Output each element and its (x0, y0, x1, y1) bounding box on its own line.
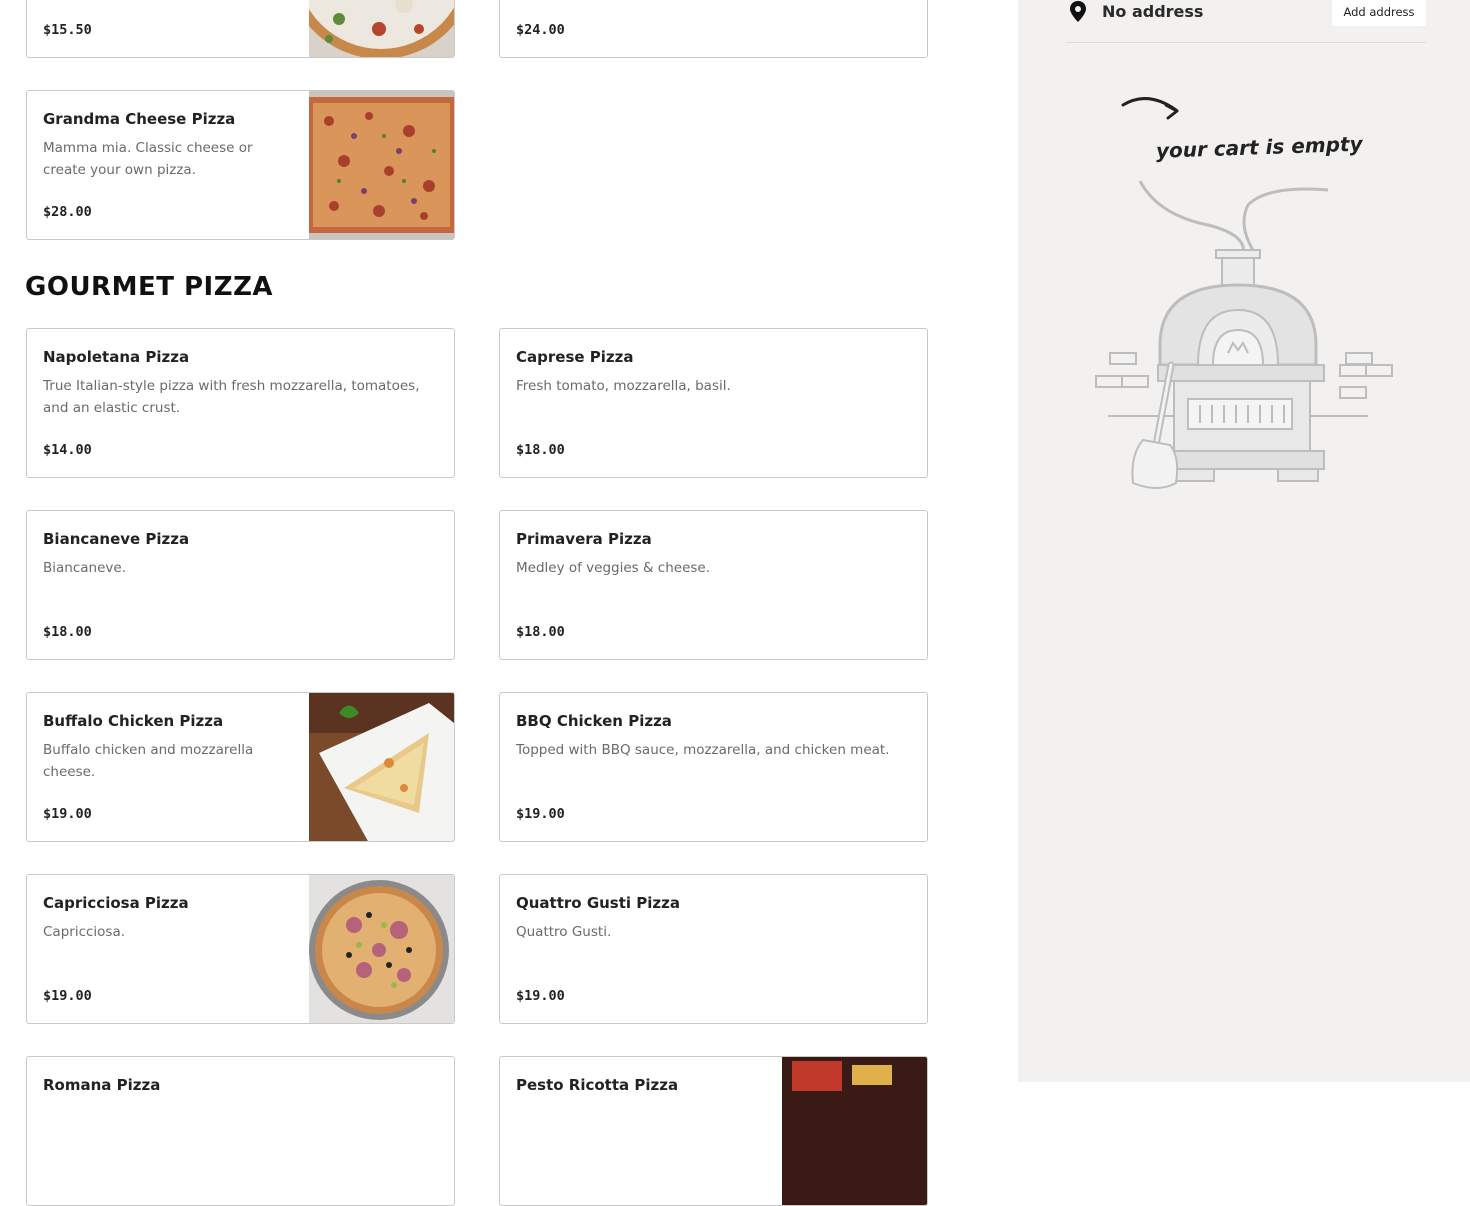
menu-item-card-pesto-ricotta[interactable]: Pesto Ricotta Pizza (499, 1056, 928, 1206)
item-price: $19.00 (516, 806, 565, 822)
empty-cart-message: your cart is empty (1156, 132, 1364, 163)
item-name: Primavera Pizza (516, 530, 652, 548)
cart-sidebar: No address Add address your cart is empt… (1018, 0, 1470, 1082)
item-name: BBQ Chicken Pizza (516, 712, 672, 730)
item-description: Medley of veggies & cheese. (516, 560, 711, 576)
menu-item-card[interactable]: $15.50 (26, 0, 455, 58)
empty-cart-illustration: your cart is empty (1095, 97, 1393, 489)
item-name: Grandma Cheese Pizza (43, 110, 236, 128)
item-name: Napoletana Pizza (43, 348, 190, 366)
item-name: Quattro Gusti Pizza (516, 894, 680, 912)
item-price: $15.50 (43, 22, 92, 38)
item-description: True Italian-style pizza with fresh mozz… (43, 378, 420, 416)
section-title-gourmet-pizza: GOURMET PIZZA (25, 272, 274, 302)
item-name: Romana Pizza (43, 1076, 161, 1094)
item-description: Mamma mia. Classic cheese or create your… (43, 140, 253, 178)
menu-item-card-quattro-gusti[interactable]: Quattro Gusti Pizza Quattro Gusti. $19.0… (499, 874, 928, 1024)
item-price: $19.00 (43, 806, 92, 822)
item-price: $28.00 (43, 204, 92, 220)
menu-item-card-biancaneve[interactable]: Biancaneve Pizza Biancaneve. $18.00 (26, 510, 455, 660)
item-price: $24.00 (516, 22, 565, 38)
item-price: $19.00 (516, 988, 565, 1004)
item-name: Biancaneve Pizza (43, 530, 190, 548)
item-description: Fresh tomato, mozzarella, basil. (516, 378, 731, 394)
menu-item-card[interactable]: $24.00 (499, 0, 928, 58)
map-pin-icon (1070, 1, 1086, 22)
menu-item-card-romana[interactable]: Romana Pizza (26, 1056, 455, 1206)
item-price: $19.00 (43, 988, 92, 1004)
menu-item-card-primavera[interactable]: Primavera Pizza Medley of veggies & chee… (499, 510, 928, 660)
item-description: Buffalo chicken and mozzarella cheese. (43, 742, 254, 780)
add-address-button[interactable]: Add address (1332, 0, 1426, 26)
address-text: No address (1102, 2, 1204, 21)
menu-item-card-napoletana[interactable]: Napoletana Pizza True Italian-style pizz… (26, 328, 455, 478)
item-description: Quattro Gusti. (516, 924, 612, 940)
address-row: No address Add address (1066, 0, 1426, 43)
menu-item-card-bbq-chicken[interactable]: BBQ Chicken Pizza Topped with BBQ sauce,… (499, 692, 928, 842)
item-price: $18.00 (516, 624, 565, 640)
item-description: Topped with BBQ sauce, mozzarella, and c… (516, 742, 890, 758)
item-price: $18.00 (516, 442, 565, 458)
pizza-photo (309, 875, 454, 1023)
item-price: $18.00 (43, 624, 92, 640)
menu-item-card-capricciosa[interactable]: Capricciosa Pizza Capricciosa. $19.00 (26, 874, 455, 1024)
item-description: Capricciosa. (43, 924, 126, 940)
menu-item-card-grandma-cheese[interactable]: Grandma Cheese Pizza Mamma mia. Classic … (26, 90, 455, 240)
pizza-photo (309, 693, 454, 841)
pizza-photo (782, 1057, 927, 1205)
item-name: Caprese Pizza (516, 348, 634, 366)
menu-item-card-buffalo-chicken[interactable]: Buffalo Chicken Pizza Buffalo chicken an… (26, 692, 455, 842)
item-description: Biancaneve. (43, 560, 126, 576)
menu-item-card-caprese[interactable]: Caprese Pizza Fresh tomato, mozzarella, … (499, 328, 928, 478)
item-name: Capricciosa Pizza (43, 894, 189, 912)
item-price: $14.00 (43, 442, 92, 458)
item-name: Buffalo Chicken Pizza (43, 712, 224, 730)
pizza-photo (309, 91, 454, 239)
menu-panel: $15.50 $24.00 Grandma Cheese Pizza Mamma… (0, 0, 1018, 1206)
item-name: Pesto Ricotta Pizza (516, 1076, 679, 1094)
pizza-photo (309, 0, 454, 57)
